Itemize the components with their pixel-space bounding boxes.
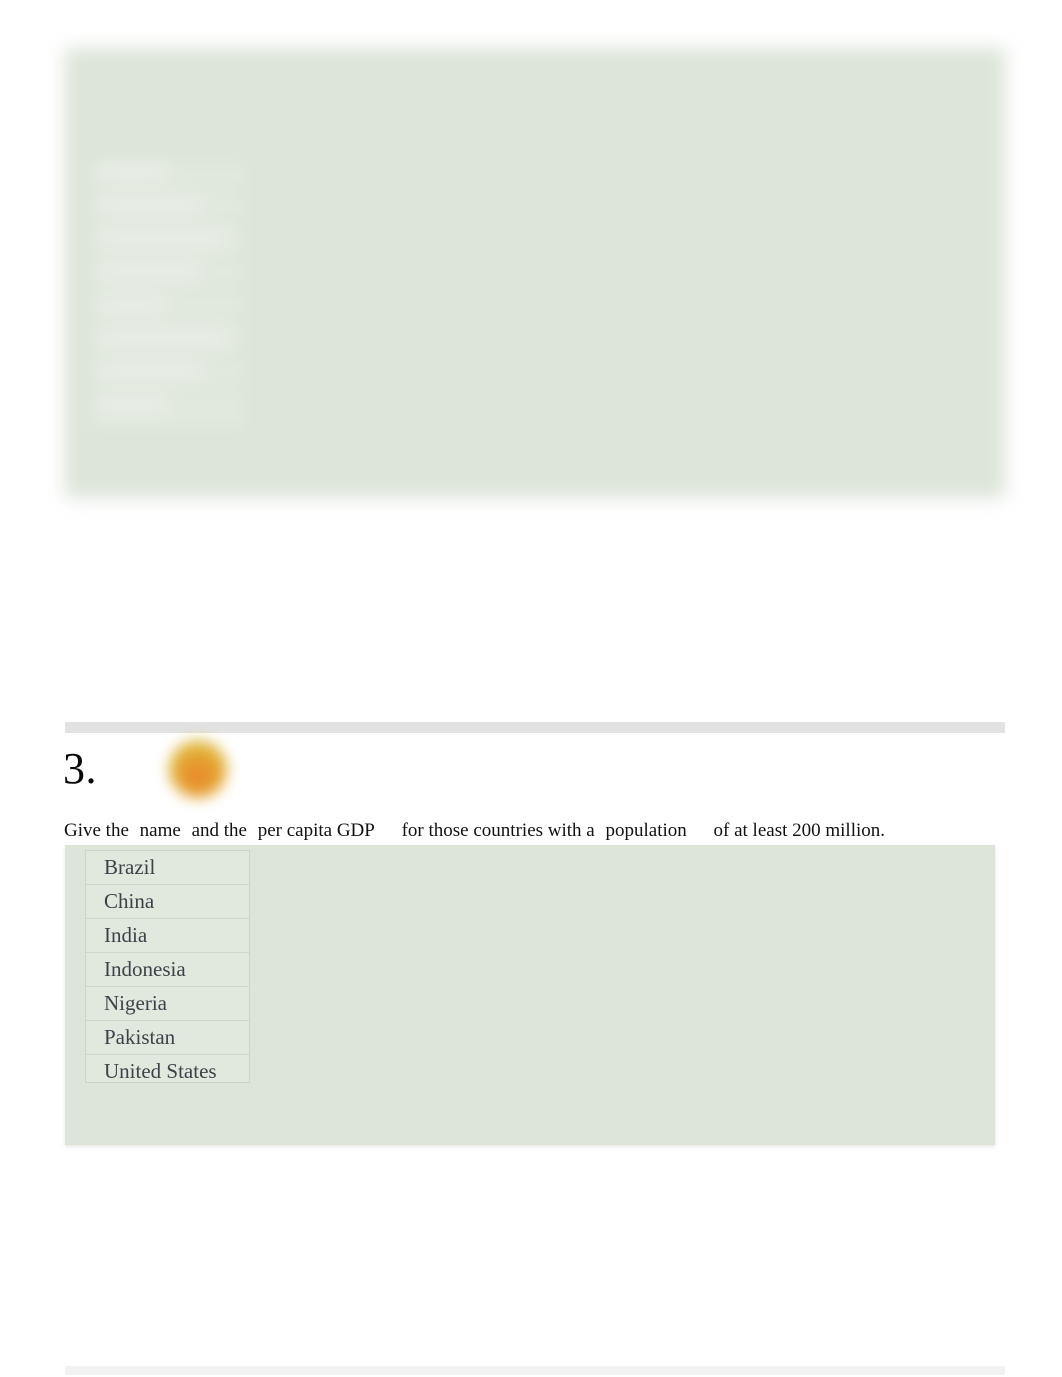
- prompt-segment-4: of at least 200 million.: [713, 820, 886, 841]
- result-row[interactable]: United States: [86, 1055, 249, 1088]
- document-page: 3. Give the name and the per capita GDP …: [0, 0, 1062, 1377]
- prompt-segment-3: for those countries with a: [401, 820, 595, 841]
- result-row-ghost: [86, 157, 249, 190]
- result-row-ghost: [86, 355, 249, 388]
- question-2-result-box[interactable]: [85, 156, 250, 434]
- result-cell-name: Pakistan: [104, 1025, 176, 1049]
- prompt-term-per-capita-gdp: per capita GDP: [257, 820, 375, 841]
- result-row[interactable]: Brazil: [86, 851, 249, 885]
- result-cell-name: India: [104, 923, 148, 947]
- result-cell-name: Indonesia: [104, 957, 186, 981]
- result-cell-name: China: [104, 889, 155, 913]
- result-cell-name: Nigeria: [104, 991, 167, 1015]
- result-row[interactable]: China: [86, 885, 249, 919]
- award-badge-icon: [169, 740, 227, 798]
- result-row-ghost: [86, 388, 249, 421]
- result-row-ghost: [86, 289, 249, 322]
- result-row[interactable]: Indonesia: [86, 953, 249, 987]
- result-row-ghost: [86, 223, 249, 256]
- prompt-term-name: name: [139, 820, 181, 841]
- question-number: 3.: [63, 744, 97, 793]
- prompt-segment-2: and the: [191, 820, 247, 841]
- question-3-answer-panel: Brazil China India Indonesia Nigeria Pak…: [65, 845, 995, 1145]
- result-cell-name: United States: [104, 1059, 217, 1083]
- prompt-term-population: population: [605, 820, 687, 841]
- question-3-result-box[interactable]: Brazil China India Indonesia Nigeria Pak…: [85, 850, 250, 1083]
- result-row-ghost: [86, 190, 249, 223]
- result-row[interactable]: India: [86, 919, 249, 953]
- result-row-ghost: [86, 256, 249, 289]
- question-prompt: Give the name and the per capita GDP for…: [64, 818, 885, 844]
- prompt-segment-1: Give the: [64, 820, 129, 841]
- section-separator-top: [65, 722, 1005, 733]
- result-row[interactable]: Pakistan: [86, 1021, 249, 1055]
- result-cell-name: Brazil: [104, 855, 156, 879]
- section-separator-bottom: [65, 1366, 1005, 1375]
- question-2-answer-panel: [65, 48, 1005, 496]
- result-row-ghost: [86, 322, 249, 355]
- result-row[interactable]: Nigeria: [86, 987, 249, 1021]
